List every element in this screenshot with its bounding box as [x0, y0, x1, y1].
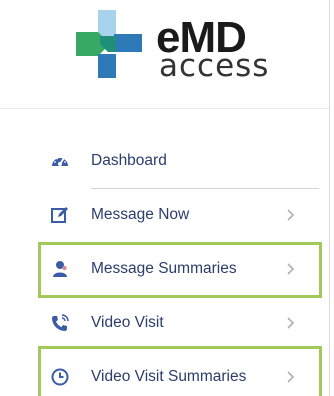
sidebar-right-border	[329, 0, 330, 396]
nav-label-video-visit: Video Visit	[91, 314, 164, 331]
phone-call-icon	[50, 313, 70, 333]
edit-message-icon	[50, 205, 70, 225]
user-summary-icon	[50, 259, 70, 279]
nav-item-video-visit-summaries[interactable]: Video Visit Summaries	[0, 352, 329, 396]
nav-label-video-visit-summaries: Video Visit Summaries	[91, 368, 247, 385]
chevron-right-icon	[286, 370, 296, 384]
nav-label-dashboard: Dashboard	[91, 152, 167, 169]
nav-item-video-visit[interactable]: Video Visit	[0, 298, 329, 348]
emd-access-logo: eMD access	[72, 10, 282, 84]
nav-item-dashboard[interactable]: Dashboard	[0, 136, 329, 186]
header-divider	[0, 108, 329, 109]
chevron-right-icon	[286, 262, 296, 276]
chevron-right-icon	[286, 316, 296, 330]
dashboard-gauge-icon	[50, 151, 70, 171]
logo-cross-icon	[76, 10, 142, 78]
clock-icon	[50, 367, 70, 387]
nav-item-message-summaries[interactable]: Message Summaries	[0, 244, 329, 294]
brand-name-sub: access	[159, 48, 270, 84]
nav-divider	[91, 188, 319, 189]
sidebar-panel: eMD access Dashboard Message Now Message…	[0, 0, 334, 396]
chevron-right-icon	[286, 208, 296, 222]
nav-label-message-summaries: Message Summaries	[91, 260, 237, 277]
nav-label-message-now: Message Now	[91, 206, 190, 223]
nav-item-message-now[interactable]: Message Now	[0, 190, 329, 240]
